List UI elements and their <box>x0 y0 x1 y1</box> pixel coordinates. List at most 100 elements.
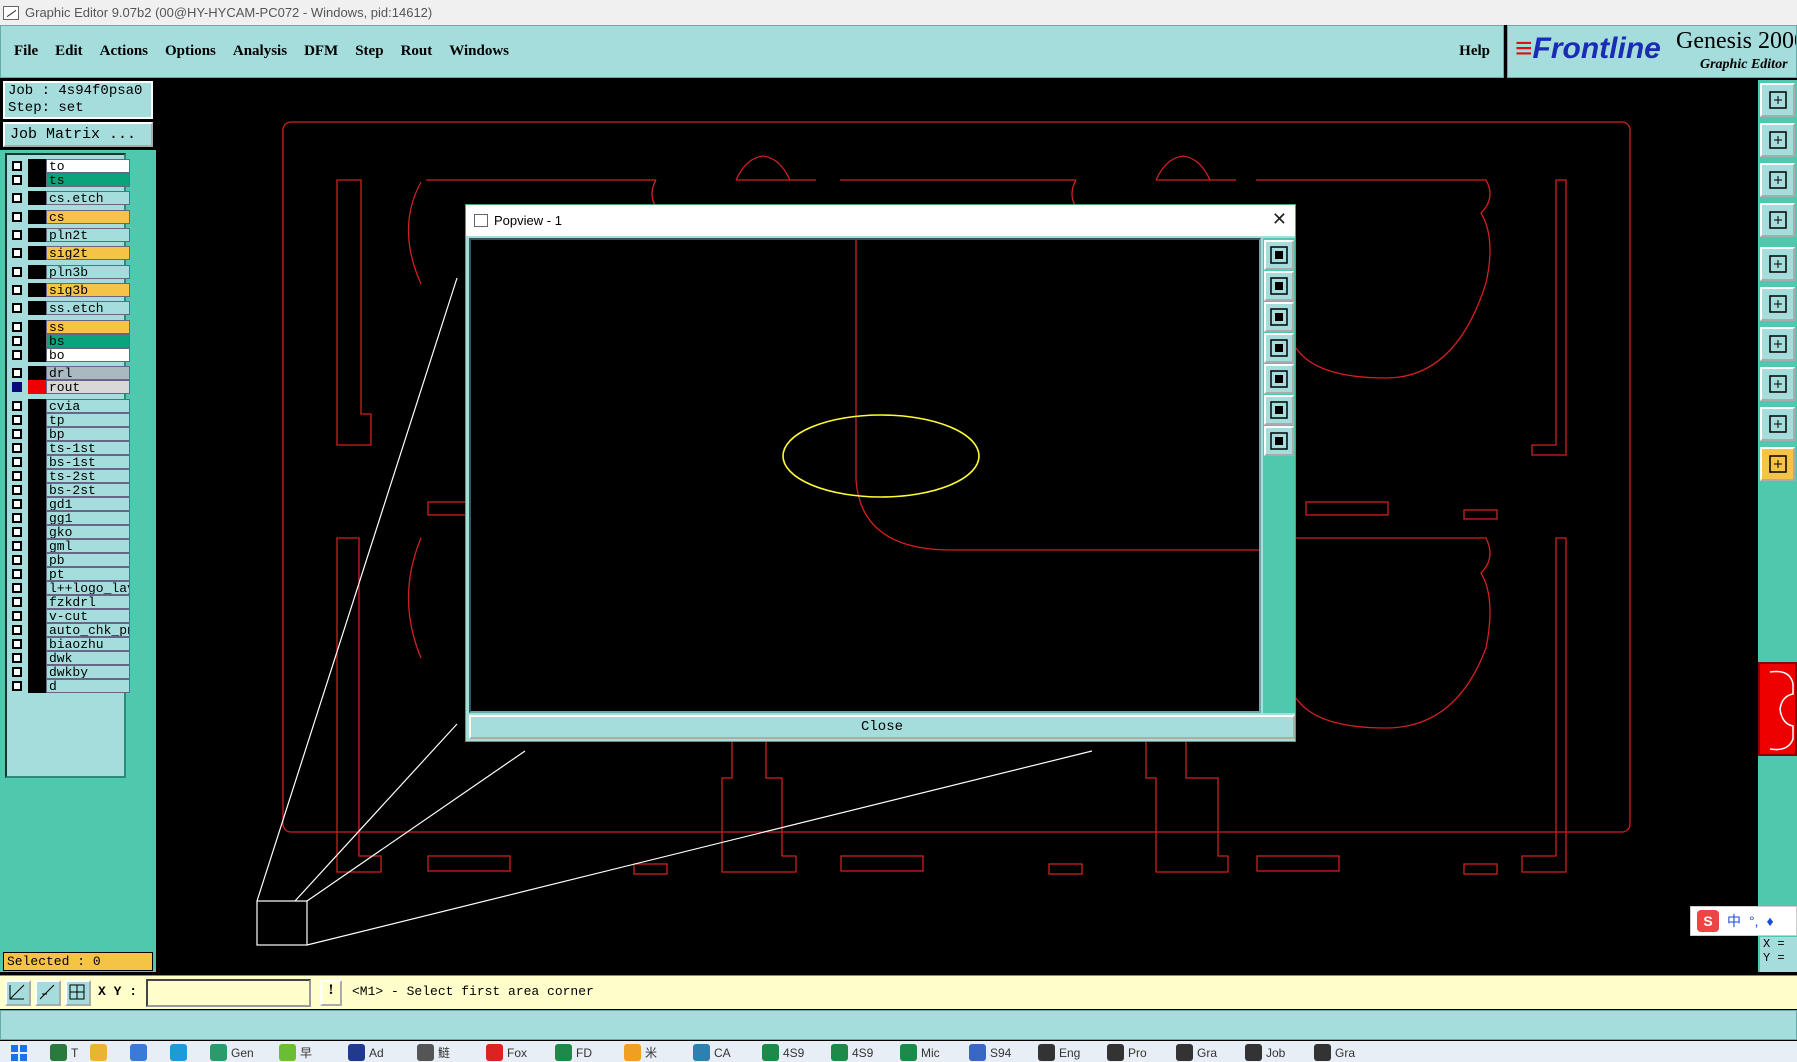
layer-color-swatch[interactable] <box>28 595 46 609</box>
layer-name[interactable]: to <box>46 159 130 173</box>
layer-checkbox[interactable] <box>12 681 22 691</box>
layer-row-cs[interactable]: cs <box>9 210 130 224</box>
layer-checkbox[interactable] <box>12 499 22 509</box>
layer-checkbox[interactable] <box>12 555 22 565</box>
taskbar-item[interactable]: Gra <box>1314 1043 1355 1062</box>
layer-name[interactable]: cs <box>46 210 130 224</box>
taskbar-item[interactable]: Fox <box>486 1043 527 1062</box>
menu-edit[interactable]: Edit <box>55 43 83 60</box>
layer-name[interactable]: auto_chk_pnl <box>46 623 130 637</box>
taskbar-item[interactable]: Pro <box>1107 1043 1147 1062</box>
layer-row-biaozhu[interactable]: biaozhu <box>9 637 130 651</box>
layer-row-cs.etch[interactable]: cs.etch <box>9 191 130 205</box>
layer-row-tp[interactable]: tp <box>9 413 130 427</box>
layer-name[interactable]: gd1 <box>46 497 130 511</box>
menu-dfm[interactable]: DFM <box>304 43 338 60</box>
layer-color-swatch[interactable] <box>28 366 46 380</box>
layer-checkbox[interactable] <box>12 212 22 222</box>
taskbar-item[interactable]: Gra <box>1176 1043 1217 1062</box>
layer-checkbox[interactable] <box>12 667 22 677</box>
layer-name[interactable]: cs.etch <box>46 191 130 205</box>
layer-checkbox[interactable] <box>12 569 22 579</box>
pan-left-icon[interactable] <box>1264 333 1294 363</box>
grid-tool-button[interactable] <box>65 980 91 1006</box>
layer-row-bo[interactable]: bo <box>9 348 130 362</box>
layer-name[interactable]: ss <box>46 320 130 334</box>
layer-name[interactable]: bs-2st <box>46 483 130 497</box>
layer-row-gko[interactable]: gko <box>9 525 130 539</box>
layer-color-swatch[interactable] <box>28 455 46 469</box>
zoom-home-icon[interactable] <box>1760 83 1795 117</box>
layer-checkbox[interactable] <box>12 653 22 663</box>
layer-checkbox[interactable] <box>12 527 22 537</box>
layer-row-bp[interactable]: bp <box>9 427 130 441</box>
layer-row-to[interactable]: to <box>9 159 130 173</box>
layer-checkbox[interactable] <box>12 611 22 621</box>
layer-color-swatch[interactable] <box>28 469 46 483</box>
pan-down-icon[interactable] <box>1264 302 1294 332</box>
taskbar-item[interactable]: Eng <box>1038 1043 1080 1062</box>
zoom-fit-icon[interactable] <box>1264 426 1294 456</box>
layer-row-ss[interactable]: ss <box>9 320 130 334</box>
layer-checkbox[interactable] <box>12 415 22 425</box>
taskbar-item[interactable]: CA <box>693 1043 731 1062</box>
layer-row-bs-1st[interactable]: bs-1st <box>9 455 130 469</box>
layers-settings-icon[interactable] <box>1760 203 1795 237</box>
layer-color-swatch[interactable] <box>28 539 46 553</box>
taskbar-item[interactable]: 米 <box>624 1043 657 1062</box>
popview-close-button[interactable]: Close <box>469 715 1295 739</box>
taskbar-item[interactable] <box>170 1043 191 1062</box>
add-feature-icon[interactable] <box>1760 367 1795 401</box>
layer-name[interactable]: ts-2st <box>46 469 130 483</box>
layer-name[interactable]: biaozhu <box>46 637 130 651</box>
zoom-out-icon[interactable] <box>1264 395 1294 425</box>
layer-name[interactable]: dwkby <box>46 665 130 679</box>
menu-options[interactable]: Options <box>165 43 216 60</box>
layer-color-swatch[interactable] <box>28 283 46 297</box>
layer-color-swatch[interactable] <box>28 679 46 693</box>
taskbar-item[interactable]: 早 <box>279 1043 312 1062</box>
layer-row-auto_chk_pnl[interactable]: auto_chk_pnl <box>9 623 130 637</box>
layer-row-fzkdrl[interactable]: fzkdrl <box>9 595 130 609</box>
popview-close-icon[interactable]: ✕ <box>1272 209 1287 230</box>
layer-color-swatch[interactable] <box>28 246 46 260</box>
pan-left-icon[interactable] <box>1760 123 1795 157</box>
layer-name[interactable]: ts <box>46 173 130 187</box>
layer-row-sig2t[interactable]: sig2t <box>9 246 130 260</box>
layer-color-swatch[interactable] <box>28 497 46 511</box>
layer-name[interactable]: bo <box>46 348 130 362</box>
layer-name[interactable]: cvia <box>46 399 130 413</box>
punct-icon[interactable]: °, <box>1749 913 1759 929</box>
layer-color-swatch[interactable] <box>28 637 46 651</box>
layer-color-swatch[interactable] <box>28 511 46 525</box>
execute-button[interactable]: ! <box>320 980 342 1006</box>
layer-checkbox[interactable] <box>12 368 22 378</box>
xy-input[interactable] <box>146 979 311 1007</box>
job-matrix-button[interactable]: Job Matrix ... <box>3 122 153 147</box>
layer-color-swatch[interactable] <box>28 581 46 595</box>
fit-view-icon[interactable] <box>1760 163 1795 197</box>
microphone-icon[interactable]: ♦ <box>1767 913 1774 929</box>
layer-row-bs[interactable]: bs <box>9 334 130 348</box>
taskbar-item[interactable]: Ad <box>348 1043 384 1062</box>
layer-row-l++logo_layer[interactable]: l++logo_layer <box>9 581 130 595</box>
ime-toolbar[interactable]: S 中 °, ♦ <box>1690 906 1797 936</box>
layer-name[interactable]: dwk <box>46 651 130 665</box>
layer-color-swatch[interactable] <box>28 567 46 581</box>
feature-select-icon[interactable] <box>1760 247 1795 281</box>
layer-color-swatch[interactable] <box>28 301 46 315</box>
layer-color-swatch[interactable] <box>28 623 46 637</box>
taskbar-item[interactable]: 鲢 <box>417 1043 450 1062</box>
layer-checkbox[interactable] <box>12 336 22 346</box>
layer-row-rout[interactable]: rout <box>9 380 130 394</box>
menu-analysis[interactable]: Analysis <box>233 43 287 60</box>
layer-row-dwk[interactable]: dwk <box>9 651 130 665</box>
layer-checkbox[interactable] <box>12 401 22 411</box>
layer-row-dwkby[interactable]: dwkby <box>9 665 130 679</box>
zoom-window-icon[interactable] <box>1264 240 1294 270</box>
layer-name[interactable]: v-cut <box>46 609 130 623</box>
layer-row-gd1[interactable]: gd1 <box>9 497 130 511</box>
layer-checkbox[interactable] <box>12 248 22 258</box>
layer-color-swatch[interactable] <box>28 334 46 348</box>
layer-row-ts-1st[interactable]: ts-1st <box>9 441 130 455</box>
